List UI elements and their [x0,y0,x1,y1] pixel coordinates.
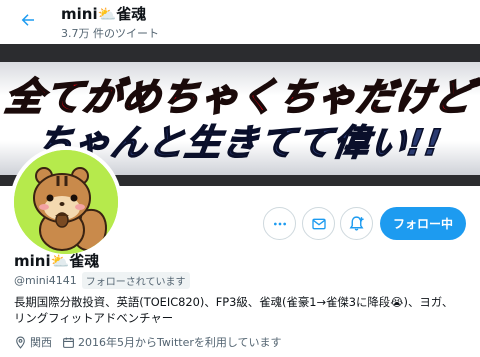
header-name: mini⛅雀魂 [61,5,147,23]
calendar-icon [63,337,74,348]
profile-meta: 関西 2016年5月からTwitterを利用しています [14,334,292,350]
profile-bio: 長期国際分散投資、英語(TOEIC820)、FP3級、雀魂(雀豪1→雀傑3に降段… [14,294,474,326]
message-button[interactable] [302,207,335,240]
avatar[interactable] [10,146,122,258]
back-button[interactable] [14,6,42,34]
bio-line-2: リングフィットアドベンチャー [14,311,174,325]
more-icon [273,222,286,225]
more-button[interactable] [263,207,296,240]
handle-row: @mini4141 フォローされています [14,272,190,289]
arrow-left-icon [21,14,34,26]
profile-handle: @mini4141 [14,274,77,287]
tweet-count: 3.7万 件のツイート [61,27,159,40]
bell-plus-icon [349,216,364,231]
bio-line-1: 長期国際分散投資、英語(TOEIC820)、FP3級、雀魂(雀豪1→雀傑3に降段… [14,295,454,309]
joined-text: 2016年5月からTwitterを利用しています [78,336,282,349]
following-button[interactable]: フォロー中 [380,207,466,240]
notifications-button[interactable] [340,207,373,240]
squirrel-icon [14,150,118,254]
follows-you-badge: フォローされています [81,272,190,289]
banner-text-line-1: 全てがめちゃくちゃだけど [1,74,477,120]
top-bar: mini⛅雀魂 3.7万 件のツイート [0,0,480,44]
joined-item: 2016年5月からTwitterを利用しています [62,334,282,350]
mail-icon [311,218,326,229]
location-item: 関西 [14,334,52,350]
location-text: 関西 [30,336,52,349]
profile-name: mini⛅雀魂 [14,252,100,270]
location-pin-icon [16,336,25,349]
